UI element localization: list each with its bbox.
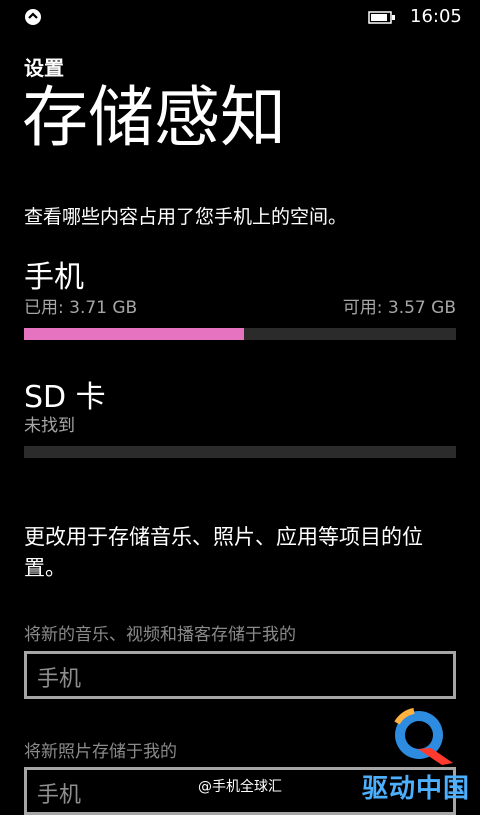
battery-icon xyxy=(368,11,395,24)
settings-header: 设置 xyxy=(24,56,64,80)
photo-storage-label: 将新照片存储于我的 xyxy=(24,742,177,762)
drive-china-logo-icon xyxy=(394,708,453,765)
photo-storage-value: 手机 xyxy=(37,783,82,808)
status-bar: 16:05 xyxy=(0,0,480,34)
phone-sync-icon xyxy=(25,9,41,25)
sd-storage-bar xyxy=(24,446,456,458)
watermark-text: @手机全球汇 xyxy=(198,779,282,795)
page-description: 查看哪些内容占用了您手机上的空间。 xyxy=(24,206,348,228)
music-storage-value: 手机 xyxy=(37,667,82,692)
phone-available-label: 可用: 3.57 GB xyxy=(342,298,456,318)
sd-card-section[interactable]: SD 卡 xyxy=(24,372,106,416)
music-storage-label: 将新的音乐、视频和播客存储于我的 xyxy=(24,625,296,645)
phone-storage-bar xyxy=(24,328,456,340)
clock: 16:05 xyxy=(410,6,462,27)
change-location-text: 更改用于存储音乐、照片、应用等项目的位置。 xyxy=(24,525,423,580)
phone-used-label: 已用: 3.71 GB xyxy=(24,298,138,318)
sd-card-status: 未找到 xyxy=(24,416,75,436)
drive-china-logo-text: 驱动中国 xyxy=(362,774,471,804)
phone-section[interactable]: 手机 xyxy=(24,252,84,296)
music-storage-select[interactable]: 手机 xyxy=(24,651,456,699)
phone-storage-fill xyxy=(24,328,245,340)
page-title: 存储感知 xyxy=(22,79,286,156)
